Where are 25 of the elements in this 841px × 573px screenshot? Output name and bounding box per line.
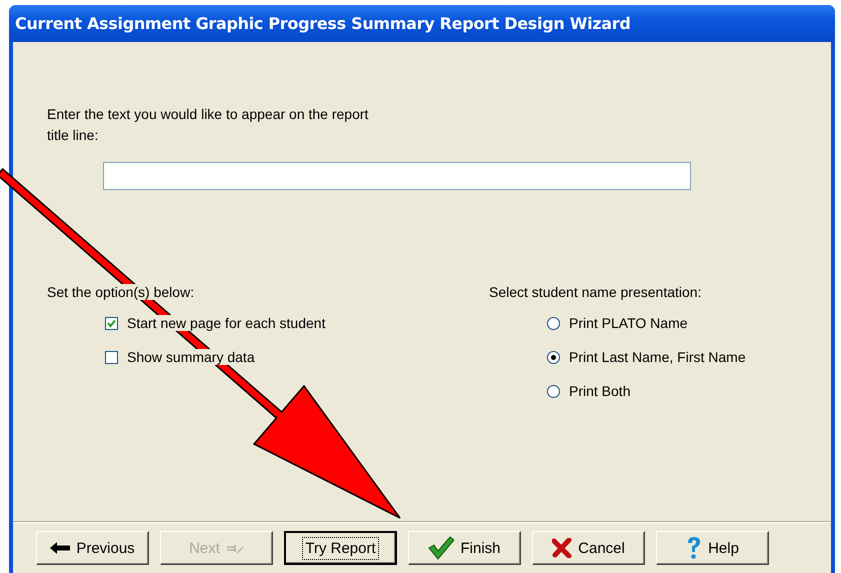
checkmark-icon	[428, 536, 454, 560]
checkbox-label: Start new page for each student	[127, 315, 326, 331]
title-input-field[interactable]	[103, 162, 691, 190]
cross-icon	[552, 538, 572, 558]
options-label: Set the option(s) below:	[47, 284, 194, 300]
cancel-button[interactable]: Cancel	[532, 531, 645, 565]
radio-button[interactable]	[547, 384, 560, 398]
checkbox[interactable]	[105, 350, 118, 364]
finish-button[interactable]: Finish	[408, 531, 521, 565]
checkbox-label: Show summary data	[127, 349, 255, 365]
try-button[interactable]: Try Report	[284, 531, 397, 565]
radio-label: Print Last Name, First Name	[569, 349, 746, 365]
radio-button[interactable]	[547, 316, 560, 330]
question-mark-icon	[686, 536, 702, 560]
radio-label: Print Both	[569, 383, 630, 399]
previous-button[interactable]: Previous	[36, 531, 149, 565]
radio-button[interactable]	[547, 350, 560, 364]
window-title: Current Assignment Graphic Progress Summary Report Design Wizard	[15, 14, 631, 33]
arrow-right-icon	[226, 542, 244, 554]
prompt-text: Enter the text you would like to appear on the report title line:	[47, 105, 370, 145]
name-presentation-label: Select student name presentation:	[489, 284, 702, 302]
help-button[interactable]: Help	[656, 531, 769, 565]
checkbox[interactable]	[105, 316, 118, 330]
arrow-left-icon	[50, 542, 70, 554]
radio-label: Print PLATO Name	[569, 315, 688, 331]
